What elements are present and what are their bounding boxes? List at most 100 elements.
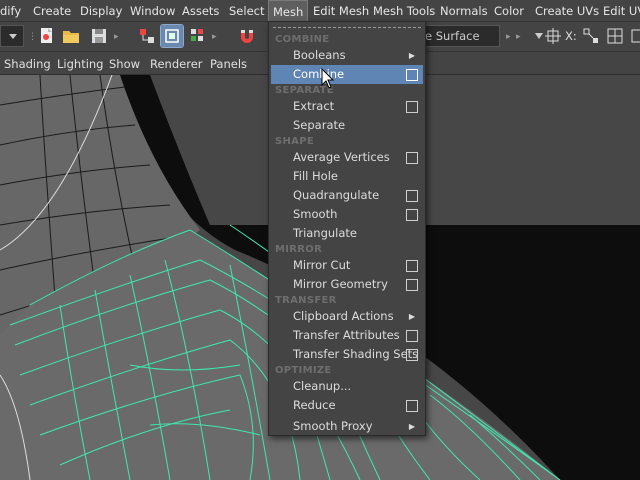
menu-item-label: Transfer Attributes [293, 328, 400, 342]
menu-item-cleanup[interactable]: Cleanup... [269, 377, 425, 396]
menu-item-average-vertices[interactable]: Average Vertices [269, 148, 425, 167]
toolbar-separator: ▸ [506, 32, 511, 42]
menu-item-triangulate[interactable]: Triangulate [269, 224, 425, 243]
menu-display[interactable]: Display [80, 0, 122, 22]
option-box-icon[interactable] [406, 260, 418, 272]
panel-menu-shading[interactable]: Shading [4, 53, 51, 75]
menu-item-label: Extract [293, 99, 335, 113]
open-scene-button[interactable] [60, 25, 82, 47]
menu-item-label: Separate [293, 118, 346, 132]
menu-item-label: Cleanup... [293, 379, 352, 393]
select-by-component-button[interactable] [187, 25, 209, 47]
option-box-icon[interactable] [406, 349, 418, 361]
toolbar-separator: ▸ [212, 32, 217, 42]
new-file-icon [41, 28, 52, 43]
x-coordinate-label: X: [565, 29, 577, 43]
save-icon [92, 29, 106, 43]
option-box-icon[interactable] [406, 330, 418, 342]
panel-menu-renderer[interactable]: Renderer [150, 53, 203, 75]
menu-set-dropdown[interactable] [0, 25, 24, 47]
option-box-icon[interactable] [406, 101, 418, 113]
menu-item-extract[interactable]: Extract [269, 97, 425, 116]
option-box-icon[interactable] [406, 152, 418, 164]
menu-edit-uv[interactable]: Edit UV [603, 0, 640, 22]
menu-item-label: Smooth [293, 207, 338, 221]
save-scene-button[interactable] [88, 25, 110, 47]
menu-item-label: Fill Hole [293, 169, 338, 183]
mesh-menu-dropdown: COMBINE Booleans ▶ Combine SEPARATE Extr… [268, 21, 426, 436]
transform-grid-icon [607, 28, 623, 44]
option-box-icon[interactable] [406, 69, 418, 81]
menu-item-combine[interactable]: Combine [271, 65, 423, 84]
section-optimize: OPTIMIZE [275, 365, 332, 376]
section-combine: COMBINE [275, 34, 330, 45]
mouse-cursor-icon [321, 68, 335, 89]
panel-menu-panels[interactable]: Panels [210, 53, 247, 75]
new-scene-button[interactable] [36, 25, 58, 47]
menu-item-mirror-geometry[interactable]: Mirror Geometry [269, 275, 425, 294]
menu-create[interactable]: Create [33, 0, 71, 22]
menu-item-smooth-proxy[interactable]: Smooth Proxy ▶ [269, 417, 425, 436]
menu-item-transfer-shading-sets[interactable]: Transfer Shading Sets [269, 345, 425, 364]
object-select-icon [165, 29, 179, 43]
folder-icon [63, 31, 79, 43]
menu-item-reduce[interactable]: Reduce [269, 396, 425, 415]
toolbar-separator: ▸ [114, 32, 119, 42]
live-surface-field[interactable]: e Surface [420, 25, 500, 47]
crosshair-icon [545, 28, 561, 44]
menu-edit-mesh[interactable]: Edit Mesh [313, 0, 369, 22]
menu-item-smooth[interactable]: Smooth [269, 205, 425, 224]
section-shape: SHAPE [275, 136, 314, 147]
section-mirror: MIRROR [275, 244, 323, 255]
menu-item-booleans[interactable]: Booleans ▶ [269, 46, 425, 65]
menu-item-label: Smooth Proxy [293, 419, 373, 433]
menu-item-quadrangulate[interactable]: Quadrangulate [269, 186, 425, 205]
submenu-arrow-icon: ▶ [408, 312, 415, 321]
grid-icon [631, 29, 640, 43]
menu-select[interactable]: Select [229, 0, 264, 22]
menu-item-separate[interactable]: Separate [269, 116, 425, 135]
menu-window[interactable]: Window [130, 0, 175, 22]
menu-item-label: Reduce [293, 398, 336, 412]
option-box-icon[interactable] [406, 279, 418, 291]
menu-item-label: Booleans [293, 48, 346, 62]
menu-item-transfer-attributes[interactable]: Transfer Attributes [269, 326, 425, 345]
transform-grid-icon [583, 28, 598, 43]
panel-menu-lighting[interactable]: Lighting [57, 53, 103, 75]
menu-mesh[interactable]: Mesh [268, 0, 309, 22]
submenu-arrow-icon: ▶ [408, 422, 415, 431]
option-box-icon[interactable] [406, 190, 418, 202]
menu-create-uvs[interactable]: Create UVs [535, 0, 599, 22]
menu-item-label: Mirror Geometry [293, 277, 388, 291]
menu-modify[interactable]: dify [0, 0, 21, 22]
hierarchy-icon [140, 29, 154, 43]
menu-normals[interactable]: Normals [440, 0, 488, 22]
component-select-icon [191, 29, 203, 41]
menu-item-label: Triangulate [293, 226, 358, 240]
snap-button[interactable] [236, 25, 258, 47]
chevron-down-icon [9, 34, 17, 39]
snap-target-button[interactable] [542, 25, 564, 47]
menu-item-clipboard-actions[interactable]: Clipboard Actions ▶ [269, 307, 425, 326]
absolute-transform-button[interactable] [604, 25, 626, 47]
menu-item-label: Transfer Shading Sets [293, 347, 419, 361]
section-transfer: TRANSFER [275, 295, 337, 306]
option-box-icon[interactable] [406, 209, 418, 221]
menu-item-mirror-cut[interactable]: Mirror Cut [269, 256, 425, 275]
menu-item-label: Combine [293, 67, 345, 81]
relative-transform-button[interactable] [580, 25, 602, 47]
option-box-icon[interactable] [406, 400, 418, 412]
menu-item-fill-hole[interactable]: Fill Hole [269, 167, 425, 186]
select-by-hierarchy-button[interactable] [136, 25, 158, 47]
menu-color[interactable]: Color [494, 0, 524, 22]
select-by-object-type-button[interactable] [160, 24, 184, 48]
toolbar-more-button[interactable] [626, 25, 640, 47]
menu-item-label: Average Vertices [293, 150, 390, 164]
toolbar-separator: ⋮ [28, 32, 37, 42]
toolbar-separator: ▸ [516, 32, 521, 42]
menu-item-label: Mirror Cut [293, 258, 351, 272]
panel-menu-show[interactable]: Show [109, 53, 140, 75]
tear-off-handle[interactable] [273, 27, 421, 30]
menu-assets[interactable]: Assets [182, 0, 219, 22]
menu-mesh-tools[interactable]: Mesh Tools [373, 0, 435, 22]
